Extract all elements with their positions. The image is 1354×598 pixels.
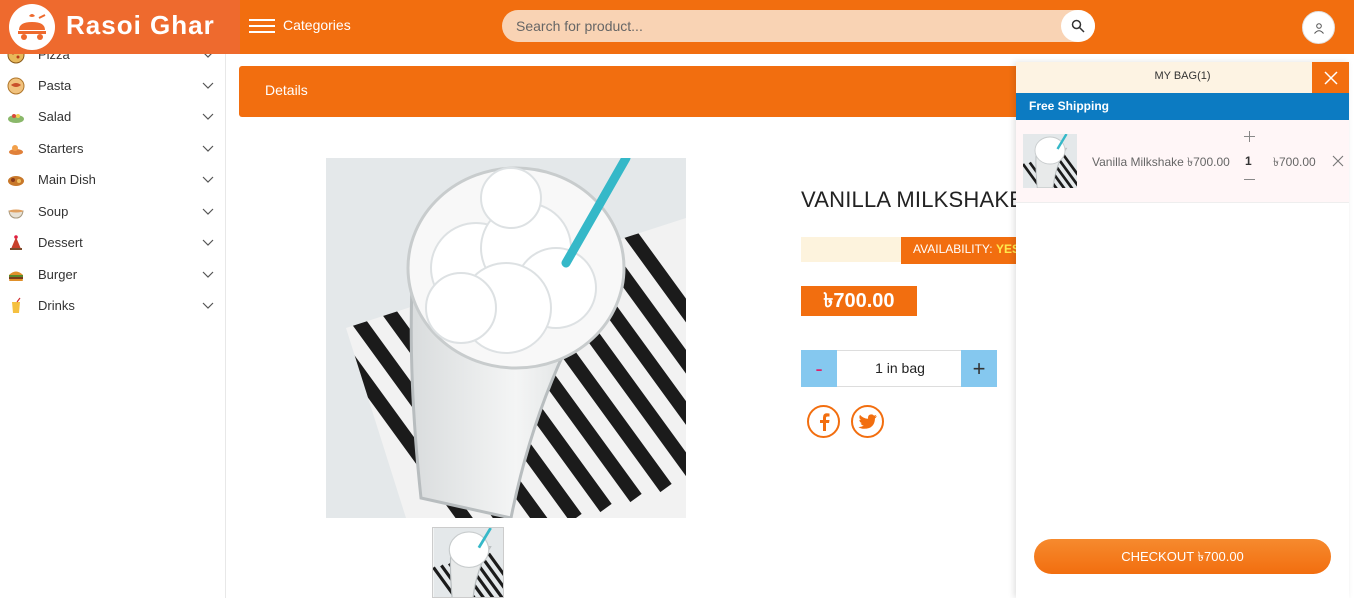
pasta-icon: [7, 77, 25, 94]
cart-item: Vanilla Milkshake ৳700.00 1 ৳700.00: [1016, 120, 1349, 203]
brand-name: Rasoi Ghar: [66, 10, 215, 40]
product-image: [326, 158, 686, 518]
cart-item-total: ৳700.00: [1273, 155, 1316, 169]
cart-drawer: MY BAG(1) Free Shipping Vanilla Milkshak…: [1016, 62, 1349, 598]
cart-title: MY BAG(1): [1154, 70, 1211, 82]
checkout-button[interactable]: CHECKOUT ৳700.00: [1034, 539, 1331, 574]
qty-decrease-button[interactable]: -: [801, 350, 837, 387]
product-price: ৳700.00: [801, 286, 917, 316]
search-button[interactable]: [1061, 10, 1095, 42]
remove-item-icon[interactable]: [1332, 155, 1344, 167]
close-icon: [1323, 70, 1338, 85]
chevron-down-icon: [202, 302, 214, 309]
cart-item-image: [1023, 134, 1077, 188]
details-banner: Details: [239, 66, 1039, 117]
hamburger-icon: [249, 17, 275, 33]
sidebar-item-drinks[interactable]: Drinks: [0, 290, 225, 321]
minus-icon: [1244, 179, 1255, 180]
quantity-stepper: - 1 in bag +: [801, 350, 997, 387]
qty-increase-button[interactable]: +: [961, 350, 997, 387]
free-shipping-banner: Free Shipping: [1016, 93, 1349, 120]
availability-spacer: [801, 237, 901, 262]
share-facebook-button[interactable]: [807, 405, 840, 438]
cart-close-button[interactable]: [1312, 62, 1349, 93]
brand-logo[interactable]: Rasoi Ghar: [0, 0, 240, 54]
search-bar: [502, 10, 1095, 42]
sidebar-item-starters[interactable]: Starters: [0, 133, 225, 164]
drinks-icon: [12, 297, 21, 313]
cart-item-increase-button[interactable]: [1244, 129, 1255, 145]
facebook-icon: [819, 412, 829, 431]
sidebar-item-pizza[interactable]: Pizza: [0, 54, 225, 70]
soup-icon: [8, 209, 24, 219]
sidebar-item-soup[interactable]: Soup: [0, 196, 225, 227]
sidebar-item-burger[interactable]: Burger: [0, 259, 225, 290]
share-twitter-button[interactable]: [851, 405, 884, 438]
chevron-down-icon: [202, 113, 214, 120]
chevron-down-icon: [202, 239, 214, 246]
twitter-icon: [857, 413, 877, 429]
chevron-down-icon: [202, 145, 214, 152]
starters-icon: [9, 144, 23, 155]
availability-badge: AVAILABILITY: YES: [901, 237, 1021, 264]
pizza-icon: [7, 54, 25, 63]
sidebar-item-dessert[interactable]: Dessert: [0, 227, 225, 258]
burger-icon: [9, 271, 23, 281]
main-dish-icon: [8, 175, 24, 186]
user-icon: [1313, 22, 1324, 34]
top-header: Rasoi Ghar Categories: [0, 0, 1354, 54]
sidebar-item-salad[interactable]: Salad: [0, 101, 225, 132]
chevron-down-icon: [202, 176, 214, 183]
availability-label: AVAILABILITY:: [913, 242, 993, 256]
chevron-down-icon: [202, 82, 214, 89]
dessert-icon: [10, 234, 22, 250]
product-thumbnail[interactable]: [432, 527, 504, 598]
sidebar-item-main-dish[interactable]: Main Dish: [0, 164, 225, 195]
cart-item-quantity: 1: [1245, 154, 1252, 168]
sidebar-item-pasta[interactable]: Pasta: [0, 70, 225, 101]
user-account-button[interactable]: [1302, 11, 1335, 44]
chevron-down-icon: [204, 54, 212, 58]
categories-label: Categories: [283, 17, 351, 33]
cart-item-name: Vanilla Milkshake ৳700.00: [1092, 155, 1230, 169]
salad-icon: [8, 113, 24, 123]
chevron-down-icon: [202, 208, 214, 215]
search-input[interactable]: [516, 10, 1056, 42]
details-title: Details: [265, 82, 308, 98]
qty-in-bag-text: 1 in bag: [875, 360, 925, 376]
chevron-down-icon: [202, 271, 214, 278]
logo-icon: [9, 4, 55, 50]
category-sidebar: Pizza Pasta Salad Starters Main Dish Sou…: [0, 54, 226, 598]
cart-header: MY BAG(1): [1016, 62, 1349, 93]
plus-icon: [1244, 131, 1255, 142]
product-title: VANILLA MILKSHAKE: [801, 187, 1025, 212]
cart-item-decrease-button[interactable]: [1244, 172, 1255, 188]
categories-button[interactable]: Categories: [249, 14, 351, 36]
search-icon: [1071, 19, 1085, 33]
